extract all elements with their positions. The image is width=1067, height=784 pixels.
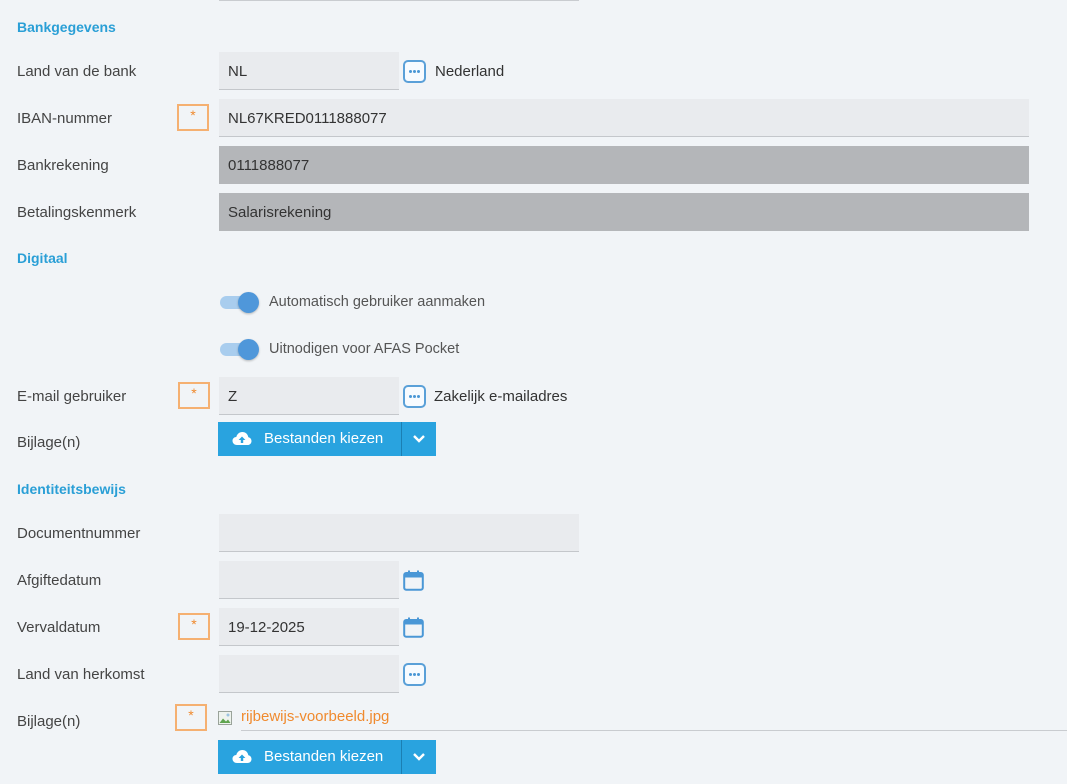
bank-country-input[interactable]: NL — [219, 52, 399, 90]
digital-upload-button[interactable]: Bestanden kiezen — [218, 422, 401, 456]
toggle-auto-create-user-label: Automatisch gebruiker aanmaken — [269, 294, 486, 310]
document-number-input[interactable] — [219, 514, 579, 552]
toggle-auto-create-user[interactable] — [219, 292, 261, 314]
bank-country-lookup-button[interactable] — [403, 60, 426, 83]
top-divider — [219, 0, 579, 1]
file-list-divider — [241, 730, 1067, 731]
calendar-icon[interactable] — [403, 570, 424, 591]
user-email-label: E-mail gebruiker — [17, 388, 127, 405]
bank-account-label: Bankrekening — [17, 157, 109, 174]
document-number-label: Documentnummer — [17, 525, 141, 542]
image-file-icon — [218, 711, 232, 725]
payment-reference-label: Betalingskenmerk — [17, 204, 137, 221]
identity-upload-button-label: Bestanden kiezen — [264, 748, 384, 765]
section-bank-title: Bankgegevens — [17, 19, 116, 35]
identity-upload-button[interactable]: Bestanden kiezen — [218, 740, 401, 774]
iban-required-marker: * — [177, 104, 209, 131]
iban-input[interactable]: NL67KRED0111888077 — [219, 99, 1029, 137]
expiry-date-input[interactable]: 19-12-2025 — [219, 608, 399, 646]
identity-upload-button-group: Bestanden kiezen — [218, 740, 436, 774]
iban-label: IBAN-nummer — [17, 110, 113, 127]
attached-file-link[interactable]: rijbewijs-voorbeeld.jpg — [241, 708, 389, 725]
digital-upload-button-label: Bestanden kiezen — [264, 430, 384, 447]
identity-attachments-label: Bijlage(n) — [17, 713, 81, 730]
user-email-type: Zakelijk e-mailadres — [434, 388, 568, 405]
identity-upload-dropdown-button[interactable] — [402, 740, 436, 774]
user-email-required-marker: * — [178, 382, 210, 409]
user-email-lookup-button[interactable] — [403, 385, 426, 408]
toggle-knob — [238, 292, 259, 313]
payment-reference-field: Salarisrekening — [219, 193, 1029, 231]
issue-date-input[interactable] — [219, 561, 399, 599]
section-digital-title: Digitaal — [17, 250, 68, 266]
toggle-invite-afas-pocket-label: Uitnodigen voor AFAS Pocket — [269, 341, 460, 357]
country-of-origin-label: Land van herkomst — [17, 666, 145, 683]
expiry-date-required-marker: * — [178, 613, 210, 640]
section-identity-title: Identiteitsbewijs — [17, 481, 126, 497]
cloud-upload-icon — [232, 750, 252, 763]
toggle-knob — [238, 339, 259, 360]
calendar-icon[interactable] — [403, 617, 424, 638]
digital-attachments-label: Bijlage(n) — [17, 434, 81, 451]
cloud-upload-icon — [232, 432, 252, 445]
user-email-input[interactable]: Z — [219, 377, 399, 415]
chevron-down-icon — [413, 435, 425, 443]
country-of-origin-lookup-button[interactable] — [403, 663, 426, 686]
bank-country-label: Land van de bank — [17, 63, 137, 80]
bank-country-name: Nederland — [435, 63, 505, 80]
chevron-down-icon — [413, 753, 425, 761]
identity-attachments-required-marker: * — [175, 704, 207, 731]
country-of-origin-input[interactable] — [219, 655, 399, 693]
expiry-date-label: Vervaldatum — [17, 619, 101, 636]
digital-upload-dropdown-button[interactable] — [402, 422, 436, 456]
issue-date-label: Afgiftedatum — [17, 572, 102, 589]
digital-upload-button-group: Bestanden kiezen — [218, 422, 436, 456]
bank-account-field: 0111888077 — [219, 146, 1029, 184]
toggle-invite-afas-pocket[interactable] — [219, 339, 261, 361]
